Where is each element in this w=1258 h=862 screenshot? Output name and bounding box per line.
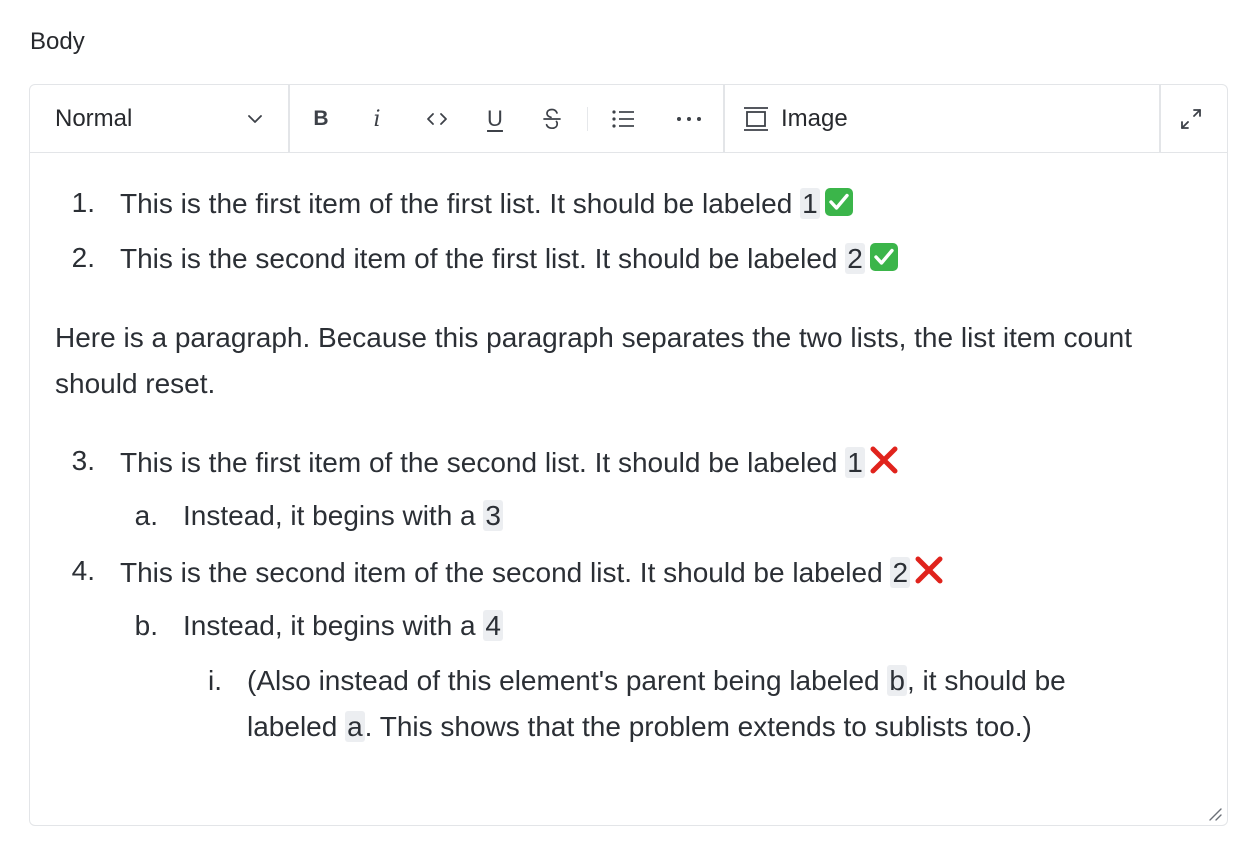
bold-button[interactable]: B (304, 99, 338, 139)
toolbar-divider (587, 107, 588, 131)
list-item: Instead, it begins with a 4 (183, 610, 503, 642)
inline-code: 2 (890, 557, 911, 588)
field-label: Body (30, 28, 85, 55)
bullet-list-button[interactable] (606, 99, 640, 139)
list-icon (612, 110, 634, 128)
expand-icon[interactable] (1177, 105, 1205, 133)
inline-code: 3 (483, 500, 503, 531)
underline-button[interactable]: U (478, 99, 512, 139)
chevron-down-icon (248, 115, 262, 123)
image-button-label: Image (781, 105, 848, 132)
list-item: (Also instead of this element's parent b… (247, 665, 1066, 697)
list-item-continuation: labeled a. This shows that the problem e… (247, 711, 1032, 743)
list-item-text: . This shows that the problem extends to… (364, 711, 1032, 742)
list-item-number: i. (208, 665, 222, 696)
inline-code: 4 (483, 610, 503, 641)
inline-code: 1 (800, 188, 820, 219)
toolbar-divider (723, 85, 725, 152)
strikethrough-button[interactable] (535, 99, 569, 139)
text-format-dropdown[interactable]: Normal (30, 85, 288, 152)
list-item-number: 3. (71, 445, 95, 476)
code-icon (427, 113, 447, 125)
more-options-button[interactable] (672, 99, 706, 139)
list-item: This is the first item of the first list… (120, 187, 854, 220)
list-item-text: This is the second item of the first lis… (120, 243, 846, 274)
paragraph: Here is a paragraph. Because this paragr… (55, 322, 1133, 399)
check-mark-icon (869, 243, 898, 271)
list-item: This is the second item of the second li… (120, 555, 944, 589)
insert-image-button[interactable]: Image (743, 99, 863, 139)
cross-mark-icon (870, 446, 898, 474)
list-item-text: Instead, it begins with a (183, 500, 484, 531)
list-item-number: a. (134, 500, 158, 531)
inline-code-button[interactable] (420, 99, 454, 139)
inline-code: 1 (845, 447, 865, 478)
editor-content[interactable]: 1. This is the first item of the first l… (30, 154, 1227, 825)
image-icon (744, 107, 768, 131)
editor-toolbar: Normal B i U Image (30, 85, 1227, 153)
list-item-text: , it should be (906, 665, 1066, 696)
rich-text-editor[interactable]: Normal B i U Image 1. This is the first … (29, 84, 1228, 826)
list-item-text: (Also instead of this element's parent b… (247, 665, 888, 696)
list-item-text: This is the first item of the second lis… (120, 447, 846, 478)
list-item-text: This is the first item of the first list… (120, 188, 801, 219)
italic-icon: i (373, 106, 381, 132)
strikethrough-icon (543, 108, 561, 130)
list-item-number: 4. (71, 555, 95, 586)
italic-button[interactable]: i (362, 99, 392, 139)
cross-mark-icon (915, 556, 943, 584)
resize-handle-icon[interactable] (1206, 805, 1222, 821)
list-item: This is the second item of the first lis… (120, 242, 899, 275)
inline-code: 2 (845, 243, 865, 274)
list-item-text: This is the second item of the second li… (120, 557, 891, 588)
toolbar-divider (288, 85, 290, 152)
list-item: This is the first item of the second lis… (120, 445, 899, 479)
underline-icon: U (487, 106, 503, 131)
toolbar-divider (1159, 85, 1161, 152)
text-format-value: Normal (55, 105, 133, 132)
inline-code: a (345, 711, 365, 742)
ellipsis-icon (677, 117, 701, 121)
bold-icon: B (313, 107, 329, 130)
inline-code: b (887, 665, 907, 696)
list-item-number: 1. (71, 187, 95, 218)
list-item-number: b. (134, 610, 158, 641)
list-item-text: Instead, it begins with a (183, 610, 484, 641)
list-item: Instead, it begins with a 3 (183, 500, 503, 532)
check-mark-icon (824, 188, 853, 216)
list-item-text: labeled (247, 711, 346, 742)
list-item-number: 2. (71, 242, 95, 273)
